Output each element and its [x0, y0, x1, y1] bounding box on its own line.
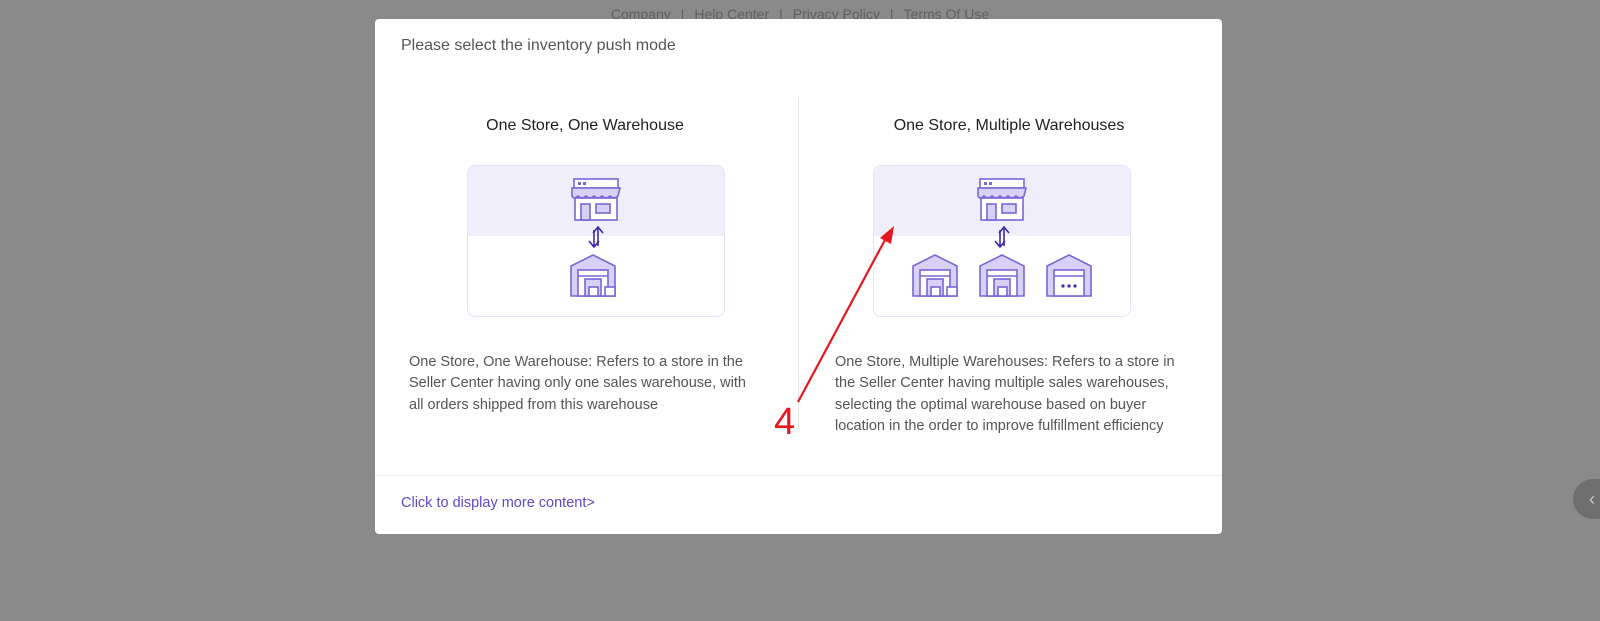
- annotation-number: 4: [774, 401, 796, 443]
- annotation-arrow: [797, 226, 894, 403]
